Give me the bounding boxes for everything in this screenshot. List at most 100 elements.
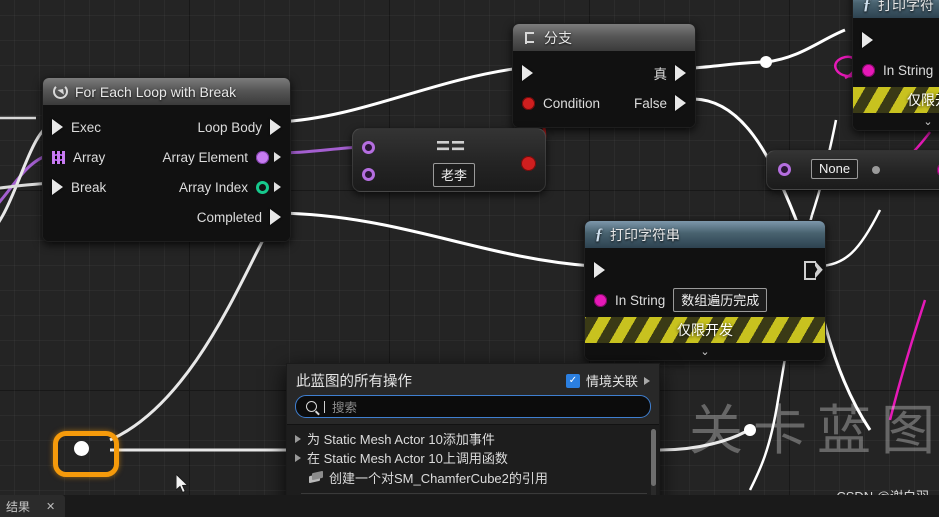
equal-output-pin[interactable] bbox=[521, 156, 536, 171]
close-icon[interactable]: ✕ bbox=[46, 500, 55, 513]
pin-label-exec: Exec bbox=[71, 119, 102, 135]
in-string-pin[interactable] bbox=[862, 63, 875, 77]
node-header: 分支 bbox=[513, 24, 695, 51]
dev-only-label: 仅限开 bbox=[907, 92, 939, 108]
node-equal-comparison[interactable]: 老李 == bbox=[352, 128, 546, 192]
pin-label-true: 真 bbox=[653, 67, 668, 82]
exec-pin-input[interactable] bbox=[522, 65, 533, 81]
in-string-pin[interactable] bbox=[594, 293, 607, 307]
node-branch[interactable]: 分支 真 Condition False bbox=[512, 23, 696, 128]
node-body: In String bbox=[853, 18, 939, 87]
expand-triangle-icon[interactable] bbox=[295, 434, 301, 443]
pin-row-break: Break Array Index bbox=[43, 172, 290, 202]
array-element-pin[interactable] bbox=[256, 150, 269, 164]
none-input-pin[interactable] bbox=[778, 163, 791, 176]
exec-pin-loop-body[interactable] bbox=[270, 119, 281, 135]
pin-row-completed: Completed bbox=[43, 202, 290, 232]
equal-input-b-pin[interactable] bbox=[362, 168, 375, 181]
node-header: For Each Loop with Break bbox=[43, 78, 290, 105]
exec-pin-break[interactable] bbox=[52, 179, 63, 195]
pin-label-in-string: In String bbox=[883, 62, 934, 78]
node-body: Exec Loop Body Array Array Element Break… bbox=[43, 105, 290, 241]
array-grid-icon[interactable] bbox=[52, 150, 65, 164]
bottom-tab-bar: 结果 ✕ bbox=[0, 495, 939, 517]
condition-pin[interactable] bbox=[522, 96, 535, 110]
pin-label-condition: Condition bbox=[543, 95, 601, 111]
branch-icon bbox=[523, 31, 537, 45]
array-index-arrow-icon bbox=[274, 182, 281, 192]
node-title: 打印字符 bbox=[878, 0, 934, 13]
dev-only-label: 仅限开发 bbox=[677, 322, 733, 338]
search-box[interactable]: 搜索 bbox=[295, 395, 651, 418]
pin-label-break: Break bbox=[71, 179, 107, 195]
pin-row-condition: Condition False bbox=[513, 88, 695, 118]
menu-item-call-function[interactable]: 在 Static Mesh Actor 10上调用函数 bbox=[287, 448, 659, 467]
pin-row-in-string: In String 数组遍历完成 bbox=[585, 285, 825, 315]
blueprint-context-menu[interactable]: 此蓝图的所有操作 ✓ 情境关联 搜索 为 Static Mesh Actor 1… bbox=[286, 363, 660, 517]
equal-value-field[interactable]: 老李 bbox=[433, 163, 476, 187]
none-small-pin[interactable] bbox=[872, 166, 880, 174]
expand-triangle-icon[interactable] bbox=[295, 453, 301, 462]
menu-item-create-reference[interactable]: 创建一个对SM_ChamferCube2的引用 bbox=[287, 467, 659, 488]
pin-row-exec: Exec Loop Body bbox=[43, 112, 290, 142]
tab-results[interactable]: 结果 ✕ bbox=[0, 495, 66, 517]
node-none-value[interactable]: None bbox=[766, 150, 939, 190]
tab-label: 结果 bbox=[6, 499, 31, 514]
node-title: For Each Loop with Break bbox=[75, 83, 237, 100]
node-title: 分支 bbox=[544, 29, 572, 46]
pin-label-array-index: Array Index bbox=[178, 179, 248, 195]
node-for-each-loop-with-break[interactable]: For Each Loop with Break Exec Loop Body … bbox=[42, 77, 291, 242]
context-sensitive-checkbox[interactable]: ✓ bbox=[565, 373, 580, 388]
exec-pin-input[interactable] bbox=[862, 32, 873, 48]
equal-operator-label: == bbox=[436, 133, 467, 160]
pin-row-exec: 真 bbox=[513, 58, 695, 88]
node-body: 真 Condition False bbox=[513, 51, 695, 127]
none-value-field[interactable]: None bbox=[811, 159, 859, 179]
chevron-right-icon[interactable] bbox=[644, 376, 650, 385]
node-title: 打印字符串 bbox=[610, 226, 680, 243]
menu-separator bbox=[301, 493, 647, 494]
in-string-value-field[interactable]: 数组遍历完成 bbox=[673, 288, 768, 312]
exec-pin-true[interactable] bbox=[675, 65, 686, 81]
function-icon: ƒ bbox=[863, 0, 871, 13]
menu-scrollbar-thumb[interactable] bbox=[651, 429, 656, 486]
mouse-cursor bbox=[176, 474, 189, 494]
search-row: 搜索 bbox=[287, 395, 659, 424]
context-sensitive-label: 情境关联 bbox=[585, 374, 638, 389]
node-header: ƒ 打印字符串 bbox=[585, 221, 825, 248]
dev-only-banner: 仅限开发 bbox=[585, 317, 825, 343]
expand-node-chevron-icon[interactable]: ⌄ bbox=[853, 113, 939, 130]
exec-pin-output[interactable] bbox=[804, 260, 816, 280]
function-icon: ƒ bbox=[595, 225, 603, 243]
array-element-arrow-icon bbox=[274, 152, 281, 162]
text-caret bbox=[324, 400, 325, 413]
pin-label-array-element: Array Element bbox=[162, 149, 248, 165]
node-print-string-main[interactable]: ƒ 打印字符串 In String 数组遍历完成 仅限开发 ⌄ bbox=[584, 220, 826, 361]
node-print-string-top[interactable]: ƒ 打印字符 In String 仅限开 ⌄ bbox=[852, 0, 939, 131]
expand-node-chevron-icon[interactable]: ⌄ bbox=[585, 343, 825, 360]
blueprint-graph-editor[interactable]: 关卡蓝图 CSDN @谢白羽 For Each Loop with Break … bbox=[0, 0, 939, 517]
node-body: In String 数组遍历完成 bbox=[585, 248, 825, 317]
context-sensitive-toggle[interactable]: ✓ 情境关联 bbox=[565, 371, 650, 390]
equal-input-a-pin[interactable] bbox=[362, 141, 375, 154]
pin-row-exec bbox=[853, 25, 939, 55]
loop-icon bbox=[53, 84, 68, 99]
search-placeholder: 搜索 bbox=[332, 401, 358, 415]
context-menu-header: 此蓝图的所有操作 ✓ 情境关联 bbox=[287, 364, 659, 395]
pin-row-array: Array Array Element bbox=[43, 142, 290, 172]
search-icon bbox=[306, 401, 317, 412]
array-index-pin[interactable] bbox=[256, 180, 269, 194]
exec-pin-false[interactable] bbox=[675, 95, 686, 111]
exec-pin-input[interactable] bbox=[594, 262, 605, 278]
menu-item-label: 创建一个对SM_ChamferCube2的引用 bbox=[329, 471, 548, 486]
menu-item-add-event[interactable]: 为 Static Mesh Actor 10添加事件 bbox=[287, 429, 659, 448]
exec-pin-input[interactable] bbox=[52, 119, 63, 135]
exec-pin-completed[interactable] bbox=[270, 209, 281, 225]
menu-item-label: 为 Static Mesh Actor 10添加事件 bbox=[307, 432, 495, 447]
asset-cube-icon bbox=[309, 472, 323, 484]
reroute-knob-pin[interactable] bbox=[74, 441, 89, 456]
context-menu-title: 此蓝图的所有操作 bbox=[296, 374, 412, 390]
pin-label-array: Array bbox=[73, 149, 106, 165]
menu-item-label: 在 Static Mesh Actor 10上调用函数 bbox=[307, 451, 508, 466]
dev-only-banner: 仅限开 bbox=[853, 87, 939, 113]
